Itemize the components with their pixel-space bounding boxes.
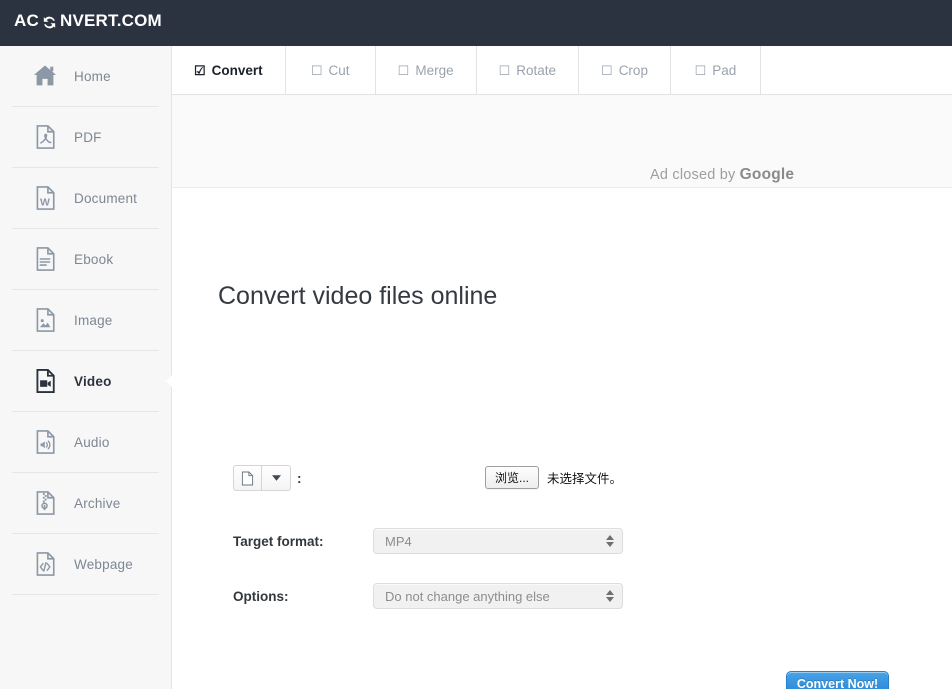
ebook-file-icon: [28, 242, 62, 276]
google-brand-text: Google: [740, 166, 795, 183]
logo-text-suffix: NVERT.COM: [60, 11, 162, 31]
home-icon: [28, 59, 62, 93]
sidebar-item-home[interactable]: Home: [12, 46, 159, 107]
main-content-area: ☑ Convert ☐ Cut ☐ Merge ☐ Rotate ☐ Crop …: [172, 46, 952, 689]
checkbox-empty-icon: ☐: [311, 64, 323, 77]
tab-crop[interactable]: ☐ Crop: [579, 46, 671, 94]
sidebar-item-webpage[interactable]: Webpage: [12, 534, 159, 595]
checkbox-empty-icon: ☐: [499, 64, 511, 77]
options-value: Do not change anything else: [385, 589, 550, 604]
tab-convert[interactable]: ☑ Convert: [172, 46, 286, 94]
image-file-icon: [28, 303, 62, 337]
tab-cut[interactable]: ☐ Cut: [286, 46, 376, 94]
tab-label: Rotate: [516, 63, 556, 78]
refresh-circular-arrows-icon: [41, 14, 58, 31]
tab-pad[interactable]: ☐ Pad: [671, 46, 761, 94]
sidebar-item-label: Ebook: [74, 252, 113, 267]
sidebar-item-label: Video: [74, 374, 112, 389]
file-upload-control: 浏览... 未选择文件。: [485, 466, 622, 489]
logo-text-prefix: AC: [14, 11, 39, 31]
sidebar-item-label: Home: [74, 69, 111, 84]
page-title: Convert video files online: [218, 282, 497, 311]
checkbox-empty-icon: ☐: [398, 64, 410, 77]
operation-tabs: ☑ Convert ☐ Cut ☐ Merge ☐ Rotate ☐ Crop …: [172, 46, 952, 95]
options-row: Options: Do not change anything else: [233, 583, 623, 609]
tabbar-filler: [761, 46, 952, 94]
checkbox-checked-icon: ☑: [194, 64, 206, 77]
tab-label: Merge: [415, 63, 453, 78]
video-file-icon: [28, 364, 62, 398]
target-format-label: Target format:: [233, 534, 373, 549]
sidebar-item-label: Document: [74, 191, 137, 206]
sidebar-item-label: Image: [74, 313, 113, 328]
sidebar-item-label: Audio: [74, 435, 110, 450]
ad-closed-text: Ad closed by: [650, 167, 740, 183]
sidebar-item-archive[interactable]: Archive: [12, 473, 159, 534]
ad-closed-notice: Ad closed by Google: [650, 166, 794, 184]
pdf-file-icon: [28, 120, 62, 154]
checkbox-empty-icon: ☐: [601, 64, 613, 77]
caret-down-icon[interactable]: [262, 465, 291, 491]
convert-now-button[interactable]: Convert Now!: [786, 671, 889, 689]
checkbox-empty-icon: ☐: [695, 64, 707, 77]
no-file-selected-text: 未选择文件。: [547, 468, 622, 487]
sidebar-item-image[interactable]: Image: [12, 290, 159, 351]
audio-file-icon: [28, 425, 62, 459]
sidebar-item-label: Archive: [74, 496, 120, 511]
sidebar-item-document[interactable]: W Document: [12, 168, 159, 229]
options-label: Options:: [233, 589, 373, 604]
source-type-button-group: [233, 465, 291, 491]
sidebar-item-audio[interactable]: Audio: [12, 412, 159, 473]
sidebar-item-ebook[interactable]: Ebook: [12, 229, 159, 290]
options-select-wrapper: Do not change anything else: [373, 583, 623, 609]
top-header-bar: AC NVERT.COM: [0, 0, 952, 46]
tab-rotate[interactable]: ☐ Rotate: [477, 46, 579, 94]
target-format-row: Target format: MP4: [233, 528, 623, 554]
sidebar-item-label: PDF: [74, 130, 102, 145]
sidebar-navigation: Home PDF W Document: [0, 46, 172, 689]
source-row-colon: :: [297, 471, 302, 486]
ad-banner-top: Ad closed by Google: [172, 95, 952, 188]
options-select[interactable]: Do not change anything else: [373, 583, 623, 609]
sidebar-item-label: Webpage: [74, 557, 133, 572]
site-logo[interactable]: AC NVERT.COM: [14, 11, 162, 31]
sidebar-item-video[interactable]: Video: [12, 351, 159, 412]
source-file-row: :: [233, 465, 302, 491]
tab-label: Pad: [712, 63, 736, 78]
target-format-select[interactable]: MP4: [373, 528, 623, 554]
archive-zip-icon: [28, 486, 62, 520]
sidebar-item-pdf[interactable]: PDF: [12, 107, 159, 168]
tab-label: Cut: [328, 63, 349, 78]
file-page-icon[interactable]: [233, 465, 262, 491]
tab-merge[interactable]: ☐ Merge: [376, 46, 477, 94]
target-format-value: MP4: [385, 534, 412, 549]
target-format-select-wrapper: MP4: [373, 528, 623, 554]
svg-text:W: W: [40, 197, 50, 209]
tab-label: Convert: [212, 63, 263, 78]
code-file-icon: [28, 547, 62, 581]
tab-label: Crop: [619, 63, 648, 78]
browse-button[interactable]: 浏览...: [485, 466, 539, 489]
word-document-icon: W: [28, 181, 62, 215]
